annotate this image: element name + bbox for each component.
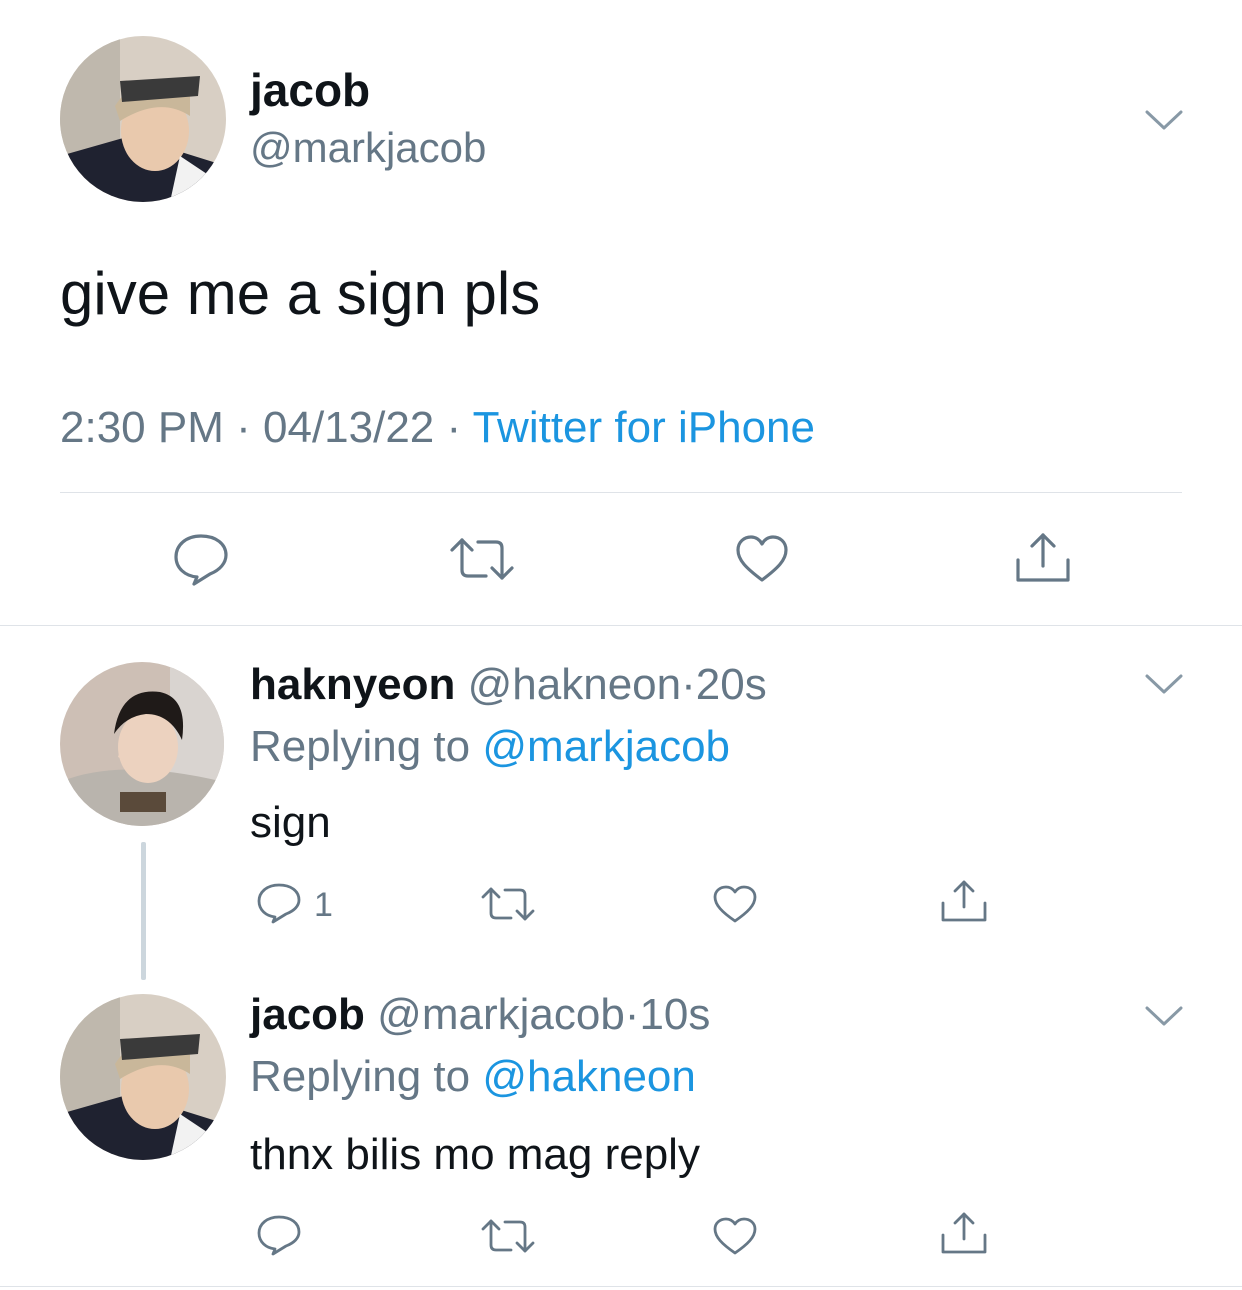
reply-bubble-icon bbox=[174, 534, 228, 586]
tweet-date: 04/13/22 bbox=[263, 403, 435, 452]
retweet-icon bbox=[450, 538, 514, 580]
reply-display-name[interactable]: haknyeon bbox=[250, 660, 455, 709]
reply-text: thnx bilis mo mag reply bbox=[250, 1130, 700, 1179]
heart-icon bbox=[736, 535, 788, 582]
replying-to-label: Replying to bbox=[250, 1052, 471, 1101]
tweet-display-name[interactable]: jacob bbox=[250, 62, 370, 118]
retweet-icon bbox=[481, 1219, 535, 1253]
replying-to-handle-link[interactable]: @hakneon bbox=[482, 1052, 696, 1101]
reply-header: jacob @markjacob·10s bbox=[250, 988, 710, 1042]
share-icon bbox=[1016, 533, 1070, 582]
replying-to-label: Replying to bbox=[250, 722, 471, 771]
reply-handle[interactable]: @hakneon bbox=[468, 660, 682, 709]
heart-icon bbox=[713, 1217, 757, 1255]
bottom-divider bbox=[0, 1286, 1242, 1287]
reply-button[interactable] bbox=[172, 532, 230, 586]
thread-connector-line bbox=[141, 842, 146, 980]
meta-separator: · bbox=[446, 403, 462, 452]
retweet-button[interactable] bbox=[480, 884, 536, 924]
avatar-haknyeon[interactable] bbox=[60, 662, 224, 826]
tweet-time: 2:30 PM bbox=[60, 403, 224, 452]
avatar-jacob[interactable] bbox=[60, 36, 226, 202]
reply-display-name[interactable]: jacob bbox=[250, 990, 365, 1039]
like-button[interactable] bbox=[712, 884, 758, 924]
reply-bubble-icon bbox=[257, 883, 301, 924]
reply-count: 1 bbox=[314, 886, 333, 924]
retweet-button[interactable] bbox=[480, 1216, 536, 1256]
reply-button[interactable] bbox=[256, 882, 302, 924]
divider bbox=[60, 492, 1182, 493]
like-button[interactable] bbox=[734, 534, 790, 584]
section-divider bbox=[0, 625, 1242, 626]
tweet-text: give me a sign pls bbox=[60, 260, 541, 327]
tweet-meta: 2:30 PM · 04/13/22 · Twitter for iPhone bbox=[60, 400, 815, 456]
reply-bubble-icon bbox=[257, 1215, 301, 1256]
reply-timestamp: 10s bbox=[639, 990, 711, 1039]
reply-button[interactable] bbox=[256, 1214, 302, 1256]
tweet-source-link[interactable]: Twitter for iPhone bbox=[473, 403, 815, 452]
retweet-button[interactable] bbox=[448, 534, 516, 584]
chevron-down-icon[interactable] bbox=[1144, 672, 1184, 696]
reply-handle[interactable]: @markjacob bbox=[377, 990, 625, 1039]
replying-to: Replying to @hakneon bbox=[250, 1050, 696, 1104]
share-button[interactable] bbox=[940, 1210, 988, 1256]
heart-icon bbox=[713, 885, 757, 923]
reply-timestamp: 20s bbox=[695, 660, 767, 709]
share-button[interactable] bbox=[1014, 530, 1072, 586]
avatar-jacob[interactable] bbox=[60, 994, 226, 1160]
dot-separator: · bbox=[624, 990, 640, 1039]
replying-to: Replying to @markjacob bbox=[250, 720, 730, 774]
meta-separator: · bbox=[236, 403, 251, 452]
chevron-down-icon[interactable] bbox=[1144, 108, 1184, 132]
retweet-icon bbox=[481, 887, 535, 921]
share-icon bbox=[941, 1212, 987, 1254]
tweet-handle[interactable]: @markjacob bbox=[250, 122, 486, 174]
share-button[interactable] bbox=[940, 878, 988, 924]
reply-header: haknyeon @hakneon·20s bbox=[250, 658, 767, 712]
share-icon bbox=[941, 880, 987, 922]
reply-text: sign bbox=[250, 798, 331, 847]
replying-to-handle-link[interactable]: @markjacob bbox=[482, 722, 730, 771]
dot-separator: · bbox=[681, 660, 696, 709]
like-button[interactable] bbox=[712, 1216, 758, 1256]
chevron-down-icon[interactable] bbox=[1144, 1004, 1184, 1028]
